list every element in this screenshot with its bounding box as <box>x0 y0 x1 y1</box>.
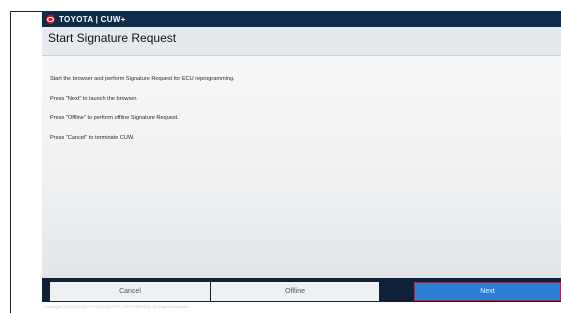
page-title: Start Signature Request <box>48 31 177 45</box>
title-bar: TOYOTA | CUW+ <box>42 11 561 27</box>
button-bar: Cancel Offline Next <box>42 278 561 302</box>
copyright-text: Copyright (c) 2019-2024 TOYOTA MOTOR COR… <box>44 304 189 309</box>
page-header: Start Signature Request <box>42 27 561 56</box>
instruction-text: Press "Cancel" to terminate CUW. <box>50 135 135 141</box>
instruction-text: Start the browser and perform Signature … <box>50 76 235 82</box>
toyota-logo-icon <box>46 14 55 24</box>
next-button[interactable]: Next <box>414 282 561 301</box>
instruction-text: Press "Next" to launch the browser. <box>50 96 138 102</box>
cancel-button[interactable]: Cancel <box>50 282 210 301</box>
app-title: TOYOTA | CUW+ <box>59 14 126 24</box>
content-panel: Start the browser and perform Signature … <box>42 56 561 278</box>
window-frame-top <box>10 11 42 12</box>
window-frame-left <box>10 11 11 313</box>
offline-button[interactable]: Offline <box>211 282 379 301</box>
cuw-app-window: TOYOTA | CUW+ Start Signature Request St… <box>42 11 561 302</box>
instruction-text: Press "Offline" to perform offline Signa… <box>50 115 179 121</box>
